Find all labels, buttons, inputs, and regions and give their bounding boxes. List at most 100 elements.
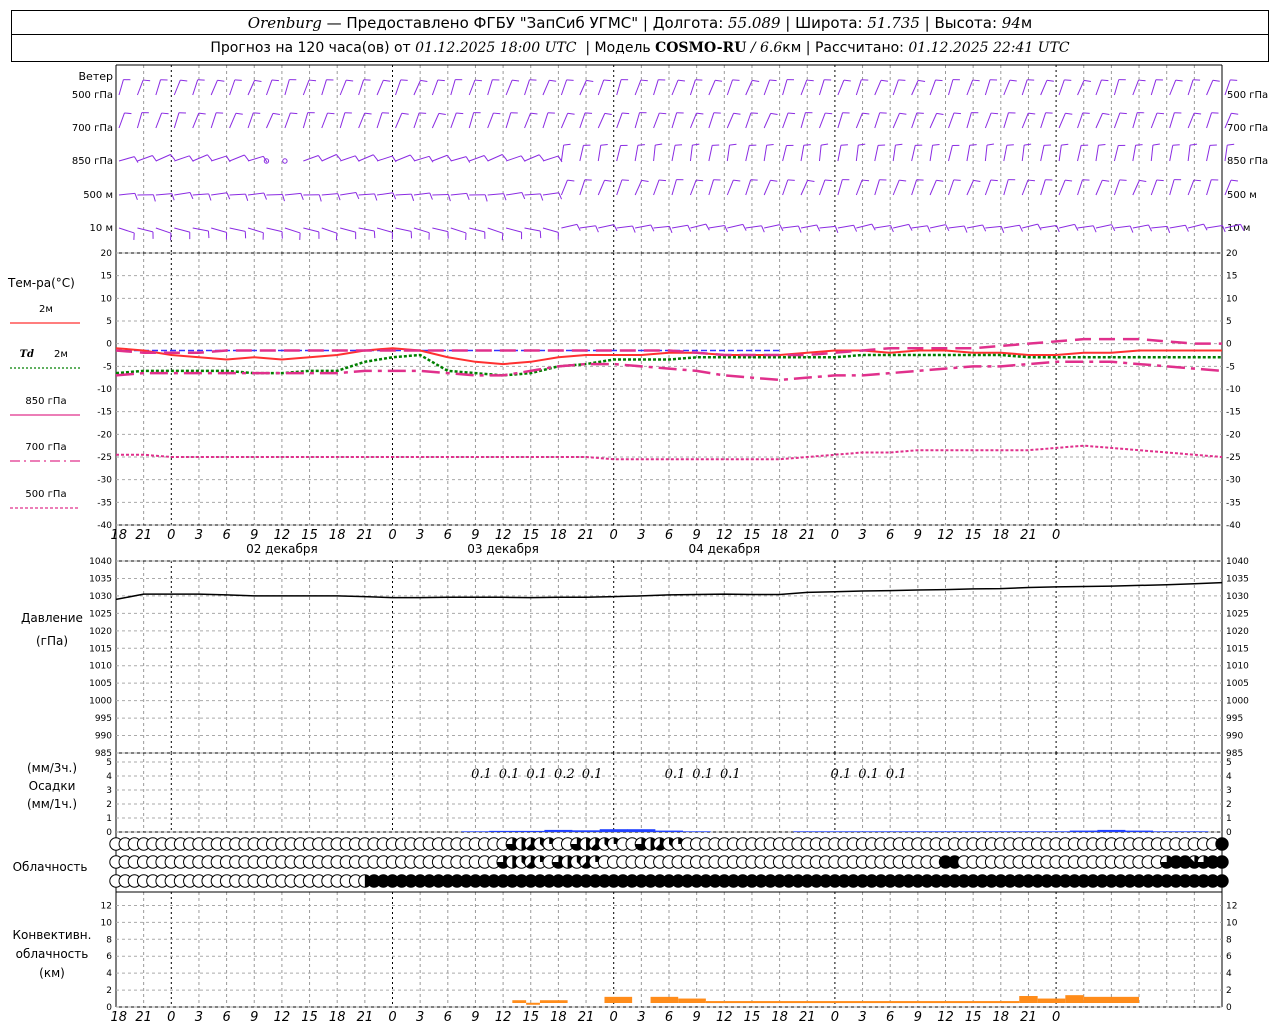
pressure-ytick-left: 1030 — [89, 592, 112, 602]
time-tick: 9 — [914, 528, 922, 543]
time-tick: 18 — [993, 1010, 1010, 1024]
wind-barb — [1003, 112, 1009, 129]
pressure-ytick-left: 1000 — [89, 697, 112, 707]
wind-barb — [892, 179, 900, 196]
wind-barb — [1132, 180, 1140, 196]
wind-barb-feather — [530, 112, 538, 115]
wind-barb — [395, 113, 403, 129]
time-tick: 3 — [195, 528, 203, 543]
time-tick: 0 — [610, 1010, 618, 1024]
wind-barb — [192, 193, 209, 196]
wind-barb-feather — [1019, 225, 1023, 232]
wind-barb — [155, 154, 171, 162]
time-tick: 12 — [495, 528, 512, 543]
wind-barb — [726, 79, 733, 96]
wind-barb — [1132, 112, 1138, 129]
wind-barb — [653, 179, 660, 196]
wind-barb — [155, 227, 172, 234]
time-tick: 21 — [1020, 528, 1037, 543]
conv-bar — [512, 1000, 527, 1003]
wind-barb — [763, 145, 768, 162]
wind-barb-feather — [493, 112, 501, 115]
wind-barb — [229, 154, 245, 162]
wind-barb — [1206, 179, 1212, 196]
wind-barb — [542, 155, 559, 162]
precip-bar — [489, 830, 518, 832]
wind-barb-feather — [803, 144, 811, 146]
wind-barb-feather — [1231, 112, 1239, 115]
wind-barb — [1113, 179, 1121, 196]
wind-barb-feather — [696, 179, 704, 182]
wind-barb-feather — [991, 112, 999, 115]
wind-barb — [358, 193, 375, 196]
wind-barb — [874, 112, 881, 129]
wind-barb — [321, 112, 328, 129]
wind-barb-feather — [198, 112, 206, 115]
wind-barb — [432, 154, 448, 162]
wind-barb-feather — [1175, 79, 1183, 82]
pressure-ytick-right: 1040 — [1226, 557, 1249, 567]
wind-barb — [266, 113, 274, 129]
wind-barb — [487, 79, 493, 96]
pressure-ytick-left: 995 — [95, 714, 112, 724]
wind-barb — [192, 227, 209, 232]
wind-barb — [413, 112, 420, 129]
wind-barb — [874, 179, 880, 196]
temp-ytick-left: -30 — [97, 476, 112, 486]
conv-bar — [539, 1000, 568, 1003]
wind-barb — [911, 145, 916, 162]
wind-barb-feather — [935, 79, 943, 82]
time-tick: 18 — [771, 1010, 788, 1024]
wind-barb — [340, 192, 357, 196]
time-tick: 6 — [444, 1010, 452, 1024]
wind-barb-feather — [953, 112, 961, 115]
wind-barb — [1058, 223, 1075, 229]
pressure-ytick-left: 1020 — [89, 627, 112, 637]
precip-bar — [544, 829, 573, 832]
temp-ytick-left: 10 — [101, 294, 113, 304]
wind-barb — [560, 179, 568, 196]
wind-barb — [1058, 113, 1066, 129]
wind-barb-feather — [1212, 79, 1220, 82]
wind-barb — [1187, 79, 1194, 96]
wind-barb — [469, 227, 485, 233]
wind-barb-feather — [567, 112, 575, 115]
temp-ytick-left: 5 — [106, 317, 112, 327]
wind-barb-feather — [1111, 224, 1116, 232]
conv-bar — [1019, 996, 1038, 1003]
wind-barb — [1095, 180, 1103, 196]
wind-barb-feather — [337, 193, 341, 201]
wind-barb — [1095, 113, 1103, 129]
wind-barb — [708, 112, 715, 129]
wind-barb — [505, 79, 513, 96]
wind-barb-feather — [1203, 223, 1208, 231]
wind-barb-feather — [346, 79, 354, 82]
time-tick: 6 — [222, 1010, 230, 1024]
wind-barb-feather — [309, 79, 317, 82]
wind-barb-feather — [161, 112, 169, 115]
time-tick: 0 — [831, 1010, 839, 1024]
wind-barb — [487, 193, 504, 196]
wind-barb — [984, 79, 991, 96]
wind-barb-feather — [862, 179, 870, 182]
wind-barb — [487, 112, 494, 129]
wind-barb — [874, 225, 891, 229]
wind-barb — [210, 112, 217, 129]
wind-barb — [469, 155, 485, 162]
wind-barb-feather — [133, 156, 139, 163]
wind-barb — [634, 112, 641, 129]
wind-barb — [136, 79, 144, 96]
wind-barb — [155, 193, 172, 196]
conv-ytick-right: 4 — [1226, 969, 1232, 979]
wind-barb — [855, 179, 863, 196]
wind-barb — [413, 192, 430, 196]
wind-barb — [708, 80, 716, 96]
wind-barb — [579, 80, 587, 96]
conv-ytick-left: 12 — [101, 901, 112, 911]
wind-barb — [597, 145, 602, 162]
wind-barb-feather — [1028, 112, 1036, 115]
conv-bar — [1083, 996, 1140, 1003]
temp-ytick-right: -35 — [1226, 498, 1241, 508]
wind-barb — [431, 113, 440, 129]
wind-barb-feather — [816, 224, 821, 232]
